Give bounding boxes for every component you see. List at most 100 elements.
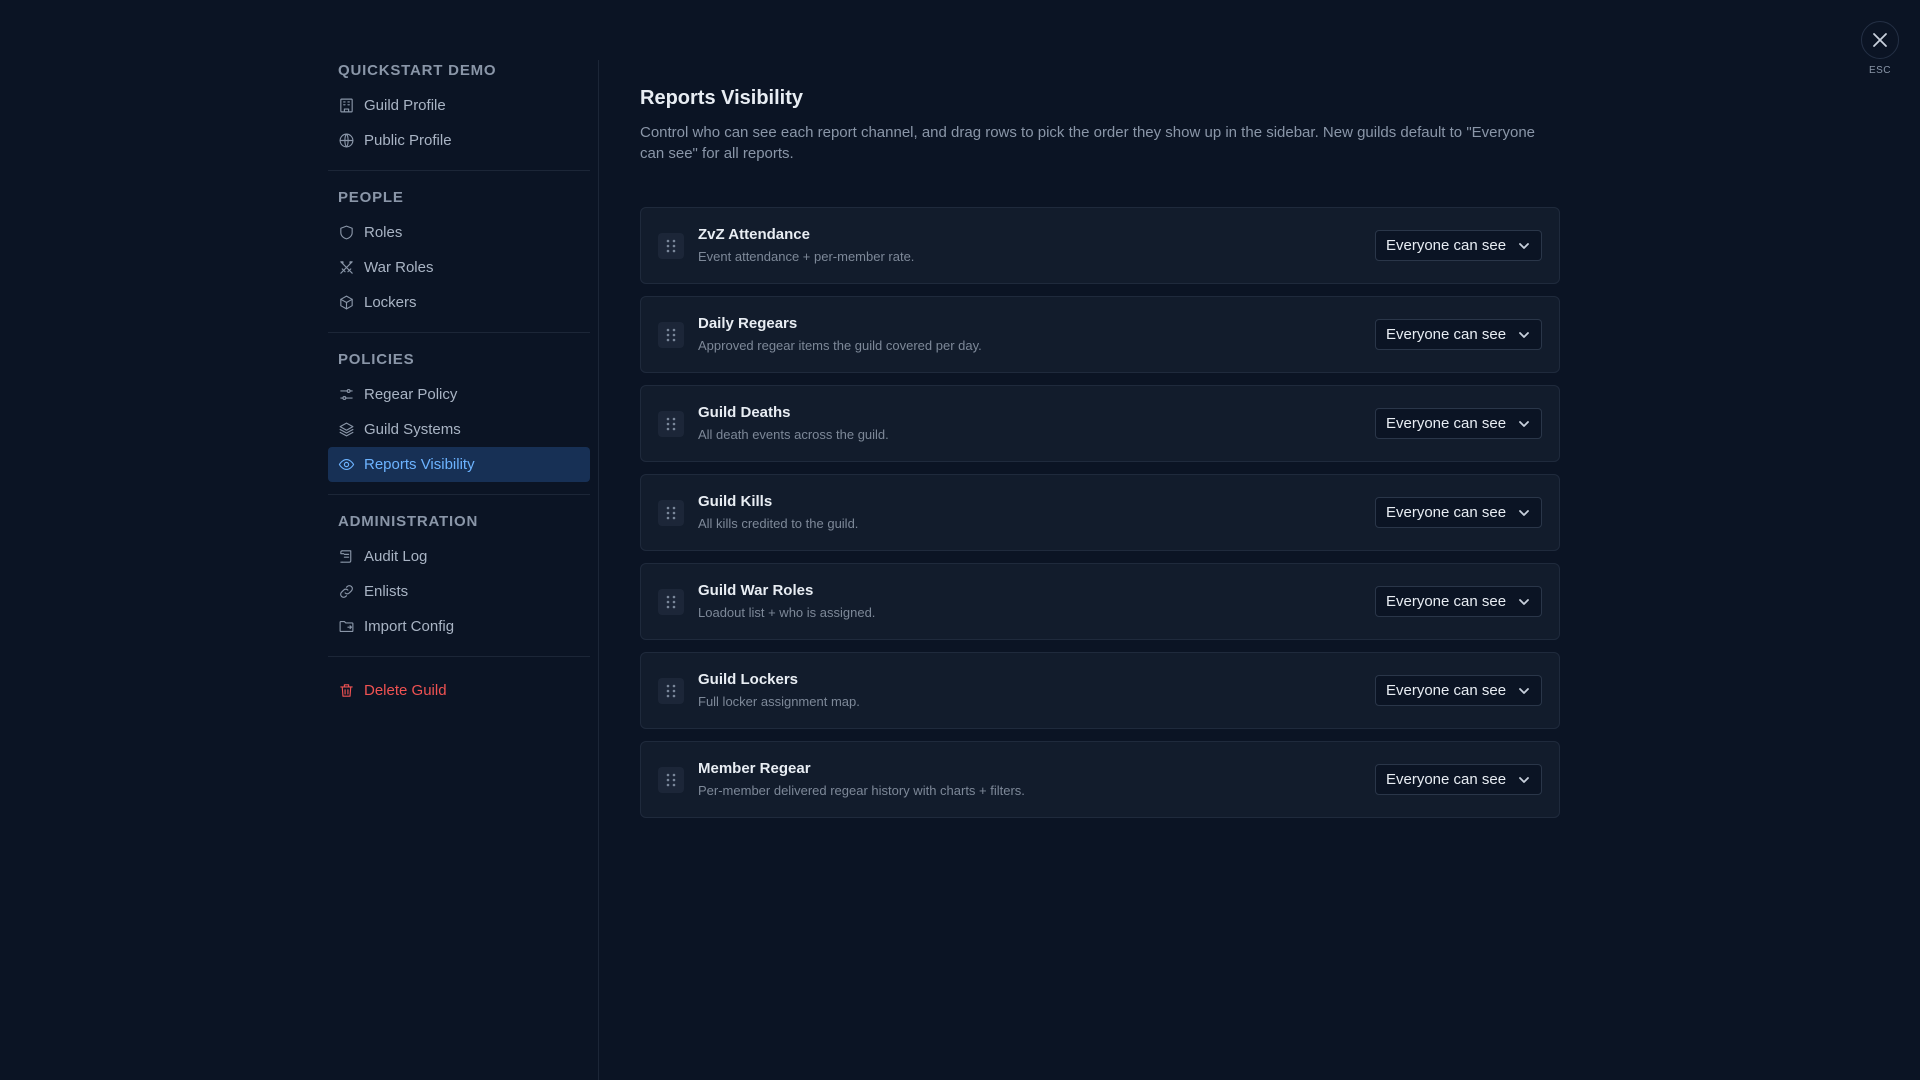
drag-handle-icon[interactable] (658, 766, 684, 793)
report-title: Guild War Roles (698, 581, 814, 599)
visibility-select[interactable]: Everyone can see (1375, 408, 1542, 439)
visibility-select[interactable]: Everyone can see (1375, 764, 1542, 795)
drag-handle-icon[interactable] (658, 499, 684, 526)
visibility-value: Everyone can see (1386, 504, 1507, 521)
sidebar-item-label: War Roles (364, 259, 434, 276)
visibility-value: Everyone can see (1386, 326, 1507, 343)
report-title: Daily Regears (698, 314, 798, 332)
crossed-swords-icon (338, 259, 355, 276)
sidebar-item-label: Lockers (364, 294, 417, 311)
section-title: QUICKSTART DEMO (338, 62, 497, 79)
chevron-down-icon (1519, 331, 1529, 338)
sidebar-item-guild-systems[interactable]: Guild Systems (328, 412, 590, 447)
report-text: Member Regear Per-member delivered regea… (698, 759, 1375, 801)
divider (328, 332, 590, 333)
sidebar-item-label: Audit Log (364, 548, 428, 565)
report-row[interactable]: Guild Lockers Full locker assignment map… (640, 652, 1560, 729)
chevron-down-icon (1519, 598, 1529, 605)
report-row[interactable]: Guild War Roles Loadout list + who is as… (640, 563, 1560, 640)
sidebar-item-label: Public Profile (364, 132, 452, 149)
sidebar-item-label: Regear Policy (364, 386, 458, 403)
sidebar-item-label: Guild Profile (364, 97, 446, 114)
box-icon (338, 294, 355, 311)
sidebar-item-reports-visibility[interactable]: Reports Visibility (328, 447, 590, 482)
sidebar-item-roles[interactable]: Roles (328, 215, 590, 250)
sidebar-section-policies: POLICIES Regear Policy Guild Systems Rep… (328, 349, 590, 482)
report-description: All death events across the guild. (698, 426, 889, 442)
report-description: Per-member delivered regear history with… (698, 782, 1025, 798)
report-text: Guild War Roles Loadout list + who is as… (698, 581, 1375, 623)
drag-handle-icon[interactable] (658, 321, 684, 348)
trash-icon (338, 682, 355, 699)
close-icon (1873, 33, 1887, 47)
visibility-select[interactable]: Everyone can see (1375, 586, 1542, 617)
sidebar-item-audit-log[interactable]: Audit Log (328, 539, 590, 574)
report-title: Guild Kills (698, 492, 773, 510)
report-text: Guild Kills All kills credited to the gu… (698, 492, 1375, 534)
report-description: Full locker assignment map. (698, 693, 860, 709)
report-row[interactable]: Member Regear Per-member delivered regea… (640, 741, 1560, 818)
report-row[interactable]: Guild Kills All kills credited to the gu… (640, 474, 1560, 551)
visibility-select[interactable]: Everyone can see (1375, 230, 1542, 261)
main-content: Reports Visibility Control who can see e… (640, 84, 1560, 830)
visibility-select[interactable]: Everyone can see (1375, 675, 1542, 706)
report-description: All kills credited to the guild. (698, 515, 859, 531)
layers-icon (338, 421, 355, 438)
folder-icon (338, 618, 355, 635)
report-row[interactable]: ZvZ Attendance Event attendance + per-me… (640, 207, 1560, 284)
report-text: Daily Regears Approved regear items the … (698, 314, 1375, 356)
divider (328, 170, 590, 171)
report-row[interactable]: Guild Deaths All death events across the… (640, 385, 1560, 462)
visibility-value: Everyone can see (1386, 415, 1507, 432)
sidebar: QUICKSTART DEMO Guild Profile Public Pro… (328, 60, 590, 1080)
sliders-icon (338, 386, 355, 403)
chevron-down-icon (1519, 687, 1529, 694)
sidebar-item-label: Enlists (364, 583, 409, 600)
shield-icon (338, 224, 355, 241)
chevron-down-icon (1519, 509, 1529, 516)
drag-handle-icon[interactable] (658, 588, 684, 615)
chevron-down-icon (1519, 420, 1529, 427)
sidebar-item-lockers[interactable]: Lockers (328, 285, 590, 320)
sidebar-item-label: Reports Visibility (364, 456, 475, 473)
eye-icon (338, 456, 355, 473)
sidebar-item-regear-policy[interactable]: Regear Policy (328, 377, 590, 412)
sidebar-section-people: PEOPLE Roles War Roles Lockers (328, 187, 590, 320)
sidebar-item-war-roles[interactable]: War Roles (328, 250, 590, 285)
divider (328, 494, 590, 495)
drag-handle-icon[interactable] (658, 677, 684, 704)
visibility-select[interactable]: Everyone can see (1375, 497, 1542, 528)
sidebar-item-guild-profile[interactable]: Guild Profile (328, 88, 590, 123)
visibility-value: Everyone can see (1386, 593, 1507, 610)
sidebar-section-quickstart: QUICKSTART DEMO Guild Profile Public Pro… (328, 60, 590, 158)
sidebar-section-administration: ADMINISTRATION Audit Log Enlists Import … (328, 511, 590, 644)
report-description: Loadout list + who is assigned. (698, 604, 876, 620)
drag-handle-icon[interactable] (658, 232, 684, 259)
close-control: ESC (1860, 21, 1900, 76)
chevron-down-icon (1519, 242, 1529, 249)
link-icon (338, 583, 355, 600)
delete-guild-button[interactable]: Delete Guild (328, 673, 590, 708)
report-row[interactable]: Daily Regears Approved regear items the … (640, 296, 1560, 373)
sidebar-divider (598, 60, 599, 1080)
report-description: Event attendance + per-member rate. (698, 248, 915, 264)
section-title: ADMINISTRATION (338, 513, 479, 530)
visibility-value: Everyone can see (1386, 771, 1507, 788)
esc-label: ESC (1868, 65, 1892, 76)
sidebar-item-public-profile[interactable]: Public Profile (328, 123, 590, 158)
chevron-down-icon (1519, 776, 1529, 783)
sidebar-item-enlists[interactable]: Enlists (328, 574, 590, 609)
building-icon (338, 97, 355, 114)
page-description: Control who can see each report channel,… (640, 124, 1536, 162)
divider (328, 656, 590, 657)
drag-handle-icon[interactable] (658, 410, 684, 437)
sidebar-item-import-config[interactable]: Import Config (328, 609, 590, 644)
visibility-select[interactable]: Everyone can see (1375, 319, 1542, 350)
close-button[interactable] (1861, 21, 1899, 59)
settings-page: QUICKSTART DEMO Guild Profile Public Pro… (0, 0, 1920, 1080)
sidebar-section-danger: Delete Guild (328, 673, 590, 708)
section-title: PEOPLE (338, 189, 404, 206)
report-title: Member Regear (698, 759, 811, 777)
scroll-icon (338, 548, 355, 565)
report-list: ZvZ Attendance Event attendance + per-me… (640, 207, 1560, 818)
